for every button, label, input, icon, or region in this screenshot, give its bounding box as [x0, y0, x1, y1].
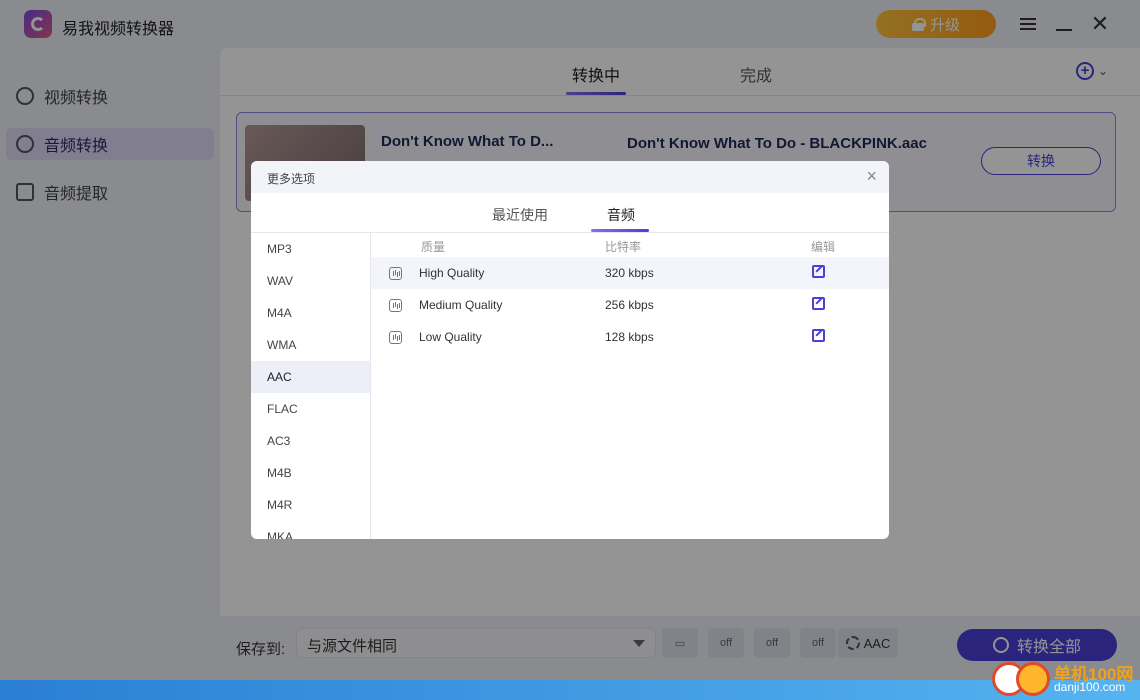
taskbar-strip — [0, 680, 1140, 700]
column-edit: 编辑 — [811, 240, 836, 254]
dialog-tab-underline — [591, 229, 649, 232]
format-item[interactable]: M4B — [251, 457, 370, 489]
more-options-dialog: 更多选项 × 最近使用 音频 MP3 WAV M4A WMA AAC FLAC … — [251, 161, 889, 539]
tab-audio[interactable]: 音频 — [607, 205, 635, 225]
quality-table-header: 质量 比特率 编辑 — [371, 233, 889, 257]
tab-recent[interactable]: 最近使用 — [492, 205, 548, 225]
format-item[interactable]: WMA — [251, 329, 370, 361]
quality-bitrate: 128 kbps — [605, 330, 654, 344]
dialog-title: 更多选项 — [267, 172, 316, 186]
format-item-selected[interactable]: AAC — [251, 361, 370, 393]
quality-name: Medium Quality — [419, 298, 503, 312]
dialog-close-icon[interactable]: × — [866, 166, 877, 187]
quality-row[interactable]: Low Quality 128 kbps — [371, 321, 889, 353]
column-bitrate: 比特率 — [605, 240, 642, 254]
quality-name: Low Quality — [419, 330, 482, 344]
quality-name: High Quality — [419, 266, 485, 280]
format-item[interactable]: MP3 — [251, 233, 370, 265]
format-list: MP3 WAV M4A WMA AAC FLAC AC3 M4B M4R MKA — [251, 233, 371, 539]
quality-row[interactable]: Medium Quality 256 kbps — [371, 289, 889, 321]
audio-wave-icon — [389, 267, 402, 280]
edit-icon[interactable] — [812, 265, 825, 278]
edit-icon[interactable] — [812, 329, 825, 342]
quality-bitrate: 256 kbps — [605, 298, 654, 312]
column-quality: 质量 — [421, 240, 446, 254]
format-item[interactable]: WAV — [251, 265, 370, 297]
audio-wave-icon — [389, 299, 402, 312]
watermark-logo-icon — [992, 662, 1050, 696]
format-item[interactable]: MKA — [251, 521, 370, 539]
format-item[interactable]: AC3 — [251, 425, 370, 457]
dialog-tabs: 最近使用 音频 — [251, 193, 889, 233]
watermark: 单机100网 danji100.com — [990, 658, 1140, 700]
dialog-header: 更多选项 × — [251, 161, 889, 193]
quality-bitrate: 320 kbps — [605, 266, 654, 280]
format-item[interactable]: M4A — [251, 297, 370, 329]
format-item[interactable]: M4R — [251, 489, 370, 521]
edit-icon[interactable] — [812, 297, 825, 310]
format-item[interactable]: FLAC — [251, 393, 370, 425]
quality-row[interactable]: High Quality 320 kbps — [371, 257, 889, 289]
watermark-url: danji100.com — [1054, 680, 1126, 694]
audio-wave-icon — [389, 331, 402, 344]
